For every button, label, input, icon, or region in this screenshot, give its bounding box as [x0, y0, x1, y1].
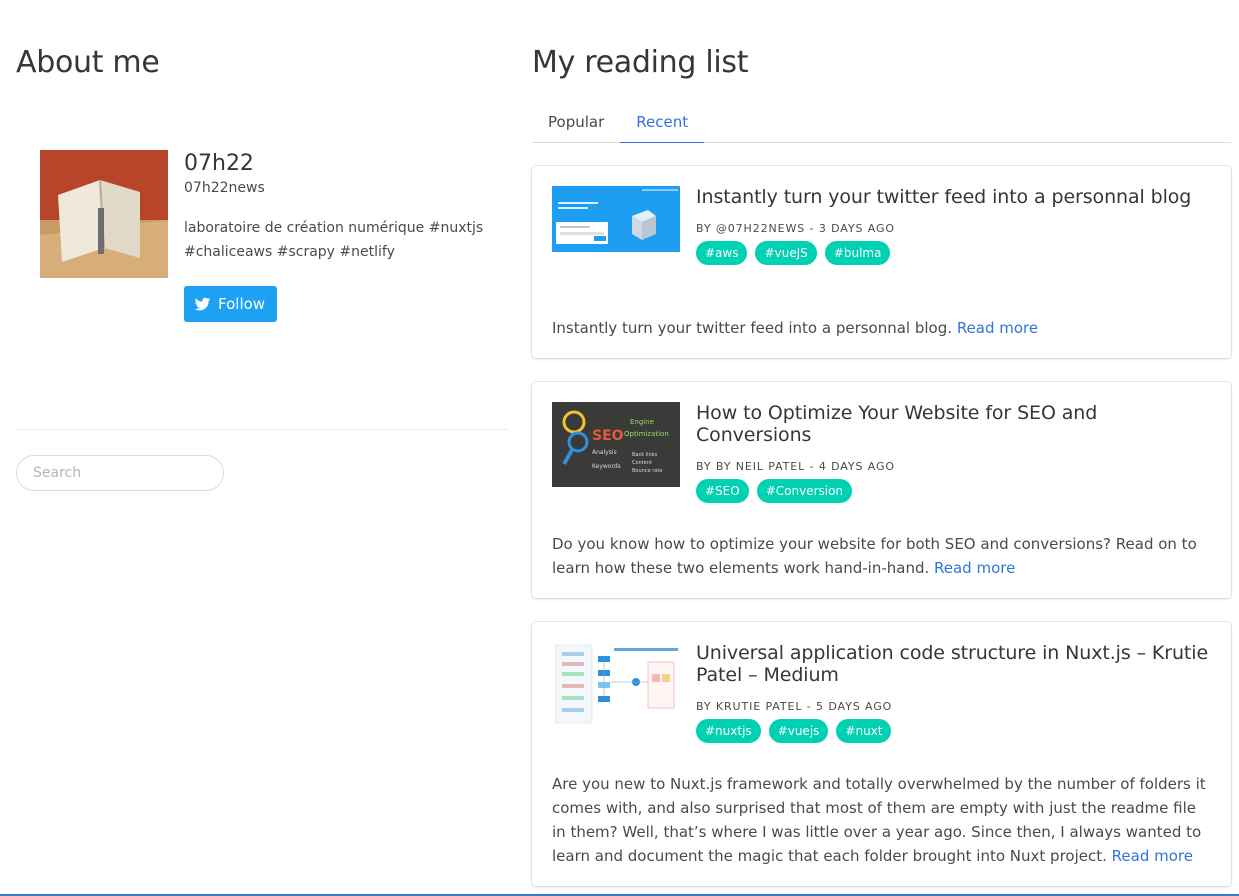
summary-text: Instantly turn your twitter feed into a … [552, 319, 953, 337]
read-more-link[interactable]: Read more [1112, 847, 1193, 865]
summary-text: Do you know how to optimize your website… [552, 535, 1197, 577]
profile-bio: laboratoire de création numérique #nuxtj… [184, 220, 484, 260]
article-meta: BY KRUTIE PATEL - 5 DAYS AGO [696, 700, 893, 713]
read-more-link[interactable]: Read more [957, 319, 1038, 337]
svg-text:Keywords: Keywords [592, 463, 621, 470]
svg-text:Content: Content [632, 460, 652, 466]
tag-list: #SEO #Conversion [696, 479, 1211, 503]
tag[interactable]: #bulma [824, 241, 891, 265]
article-card: Instantly turn your twitter feed into a … [532, 166, 1231, 358]
article-meta: BY BY NEIL PATEL - 4 DAYS AGO [696, 460, 895, 473]
article-meta: BY @07H22NEWS - 3 DAYS AGO [696, 222, 895, 235]
article-summary: Do you know how to optimize your website… [552, 532, 1212, 580]
blue-box-thumbnail[interactable] [552, 186, 680, 271]
article-summary: Instantly turn your twitter feed into a … [552, 316, 1212, 340]
read-more-link[interactable]: Read more [934, 559, 1015, 577]
about-column: About me 07h22 07h22news laboratoire de … [16, 0, 508, 491]
tab-popular[interactable]: Popular [532, 103, 620, 143]
follow-button[interactable]: Follow [184, 286, 278, 322]
diagram-thumbnail[interactable] [552, 642, 680, 727]
article-title[interactable]: Instantly turn your twitter feed into a … [696, 186, 1211, 208]
svg-text:SEO: SEO [592, 428, 624, 444]
svg-text:Analysis: Analysis [592, 449, 617, 456]
seo-chalkboard-thumbnail[interactable]: SEO Optimization Engine Analysis Keyword… [552, 402, 680, 487]
profile-name: 07h22 [184, 151, 254, 176]
tag[interactable]: #vueJS [755, 241, 817, 265]
reading-title: My reading list [532, 45, 749, 80]
tag[interactable]: #nuxt [836, 719, 892, 743]
avatar [40, 150, 168, 278]
about-title: About me [16, 45, 160, 80]
profile-handle: 07h22news [184, 180, 265, 196]
reading-column: My reading list Popular Recent Instantly… [532, 0, 1231, 886]
svg-text:Back links: Back links [632, 452, 658, 458]
tag[interactable]: #vuejs [768, 719, 829, 743]
tag[interactable]: #nuxtjs [696, 719, 761, 743]
article-title[interactable]: How to Optimize Your Website for SEO and… [696, 402, 1211, 446]
tab-recent[interactable]: Recent [620, 103, 705, 143]
article-summary: Are you new to Nuxt.js framework and tot… [552, 772, 1212, 868]
svg-text:Optimization: Optimization [624, 430, 669, 438]
article-title[interactable]: Universal application code structure in … [696, 642, 1211, 686]
tag-list: #aws #vueJS #bulma [696, 241, 1211, 265]
svg-text:Bounce rate: Bounce rate [632, 468, 662, 474]
tag[interactable]: #Conversion [756, 479, 853, 503]
tag-list: #nuxtjs #vuejs #nuxt [696, 719, 1211, 743]
tag[interactable]: #SEO [696, 479, 749, 503]
search-input[interactable] [16, 455, 224, 491]
tabs: Popular Recent [532, 103, 1231, 143]
svg-text:Engine: Engine [630, 418, 654, 426]
article-card: Universal application code structure in … [532, 622, 1231, 886]
summary-text: Are you new to Nuxt.js framework and tot… [552, 775, 1206, 865]
follow-label: Follow [218, 295, 266, 313]
divider [16, 429, 508, 430]
tag[interactable]: #aws [696, 241, 748, 265]
article-card: SEO Optimization Engine Analysis Keyword… [532, 382, 1231, 598]
twitter-icon [194, 297, 211, 310]
